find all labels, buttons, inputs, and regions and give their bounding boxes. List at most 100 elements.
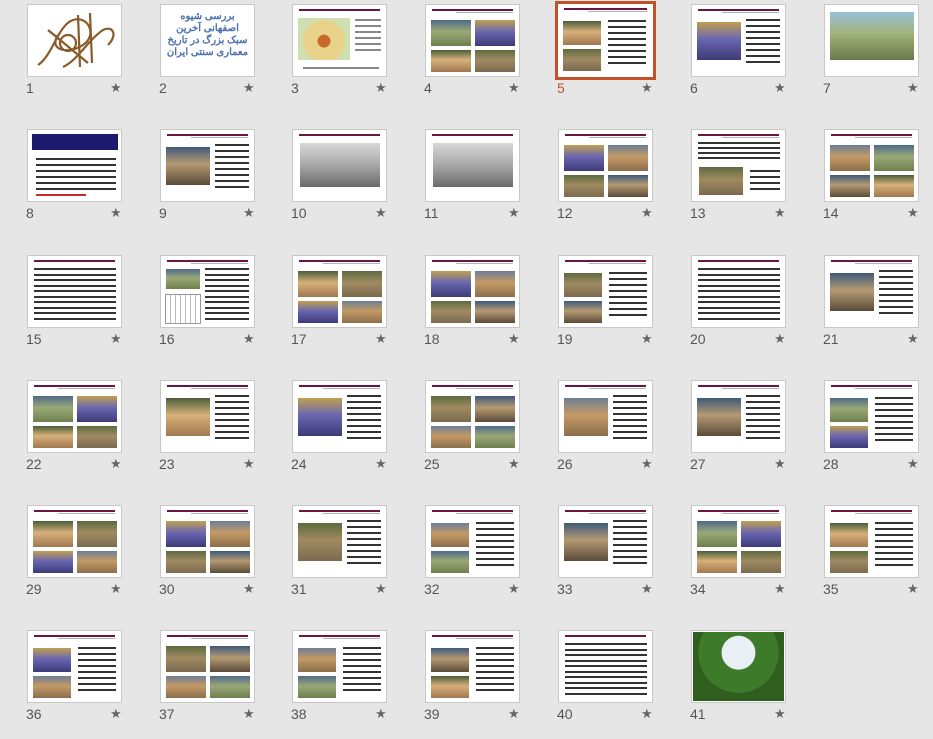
slide-thumbnail-item[interactable]: 17 ★ (289, 252, 409, 364)
slide-transition-star-icon[interactable]: ★ (110, 80, 122, 96)
slide-transition-star-icon[interactable]: ★ (110, 205, 122, 221)
slide-thumbnail[interactable] (160, 129, 255, 202)
slide-transition-star-icon[interactable]: ★ (508, 205, 520, 221)
slide-transition-star-icon[interactable]: ★ (508, 331, 520, 347)
slide-thumbnail[interactable] (824, 4, 919, 77)
slide-transition-star-icon[interactable]: ★ (508, 456, 520, 472)
slide-thumbnail[interactable] (558, 505, 653, 578)
slide-thumbnail[interactable] (292, 4, 387, 77)
slide-transition-star-icon[interactable]: ★ (243, 706, 255, 722)
slide-thumbnail[interactable] (425, 630, 520, 703)
slide-thumbnail[interactable]: بررسی شیوه اصفهانی آخرین سبک بزرگ در تار… (160, 4, 255, 77)
slide-thumbnail-item[interactable]: 37 ★ (157, 627, 277, 739)
slide-thumbnail[interactable] (27, 129, 122, 202)
slide-thumbnail-item[interactable]: 5 ★ (555, 1, 675, 113)
slide-transition-star-icon[interactable]: ★ (774, 331, 786, 347)
slide-thumbnail-item[interactable]: 26 ★ (555, 377, 675, 489)
slide-thumbnail-item[interactable]: 21 ★ (821, 252, 933, 364)
slide-transition-star-icon[interactable]: ★ (641, 581, 653, 597)
slide-thumbnail[interactable] (824, 255, 919, 328)
slide-thumbnail[interactable] (160, 255, 255, 328)
slide-thumbnail[interactable] (824, 505, 919, 578)
slide-transition-star-icon[interactable]: ★ (243, 80, 255, 96)
slide-thumbnail-item[interactable]: 6 ★ (688, 1, 808, 113)
slide-transition-star-icon[interactable]: ★ (375, 456, 387, 472)
slide-thumbnail-item[interactable]: 18 ★ (422, 252, 542, 364)
slide-thumbnail[interactable] (292, 505, 387, 578)
slide-thumbnail-item[interactable]: 20 ★ (688, 252, 808, 364)
slide-thumbnail[interactable] (27, 255, 122, 328)
slide-transition-star-icon[interactable]: ★ (774, 706, 786, 722)
slide-thumbnail-item[interactable]: 33 ★ (555, 502, 675, 614)
slide-thumbnail-item[interactable]: 16 ★ (157, 252, 277, 364)
slide-thumbnail[interactable] (425, 4, 520, 77)
slide-thumbnail[interactable] (691, 129, 786, 202)
slide-thumbnail[interactable] (292, 630, 387, 703)
slide-transition-star-icon[interactable]: ★ (774, 581, 786, 597)
slide-transition-star-icon[interactable]: ★ (375, 331, 387, 347)
slide-thumbnail[interactable] (292, 129, 387, 202)
slide-thumbnail-item[interactable]: 3 ★ (289, 1, 409, 113)
slide-thumbnail-item[interactable]: 12 ★ (555, 126, 675, 238)
slide-transition-star-icon[interactable]: ★ (641, 205, 653, 221)
slide-transition-star-icon[interactable]: ★ (508, 581, 520, 597)
slide-transition-star-icon[interactable]: ★ (641, 456, 653, 472)
slide-thumbnail[interactable] (824, 129, 919, 202)
slide-thumbnail[interactable] (425, 380, 520, 453)
slide-thumbnail-item[interactable]: 32 ★ (422, 502, 542, 614)
slide-transition-star-icon[interactable]: ★ (243, 581, 255, 597)
slide-transition-star-icon[interactable]: ★ (907, 80, 919, 96)
slide-transition-star-icon[interactable]: ★ (907, 581, 919, 597)
slide-thumbnail[interactable] (824, 380, 919, 453)
slide-thumbnail-item[interactable]: 40 ★ (555, 627, 675, 739)
slide-transition-star-icon[interactable]: ★ (907, 456, 919, 472)
slide-thumbnail-item[interactable]: 28 ★ (821, 377, 933, 489)
slide-transition-star-icon[interactable]: ★ (907, 331, 919, 347)
slide-thumbnail-item[interactable]: 11 ★ (422, 126, 542, 238)
slide-thumbnail-item[interactable]: 27 ★ (688, 377, 808, 489)
slide-transition-star-icon[interactable]: ★ (375, 80, 387, 96)
slide-thumbnail-item[interactable]: 14 ★ (821, 126, 933, 238)
slide-thumbnail[interactable] (691, 4, 786, 77)
slide-thumbnail-item[interactable]: 13 ★ (688, 126, 808, 238)
slide-transition-star-icon[interactable]: ★ (243, 205, 255, 221)
slide-transition-star-icon[interactable]: ★ (641, 331, 653, 347)
slide-thumbnail-item[interactable]: 35 ★ (821, 502, 933, 614)
slide-transition-star-icon[interactable]: ★ (110, 706, 122, 722)
slide-thumbnail[interactable] (160, 630, 255, 703)
slide-thumbnail[interactable] (27, 630, 122, 703)
slide-transition-star-icon[interactable]: ★ (110, 581, 122, 597)
slide-transition-star-icon[interactable]: ★ (243, 456, 255, 472)
slide-thumbnail-item[interactable]: 15 ★ (24, 252, 144, 364)
slide-thumbnail[interactable] (691, 505, 786, 578)
slide-thumbnail-item[interactable]: 1 ★ (24, 1, 144, 113)
slide-thumbnail-item[interactable]: 22 ★ (24, 377, 144, 489)
slide-thumbnail-item[interactable]: 34 ★ (688, 502, 808, 614)
slide-thumbnail[interactable] (691, 255, 786, 328)
slide-transition-star-icon[interactable]: ★ (375, 205, 387, 221)
slide-thumbnail[interactable] (425, 129, 520, 202)
slide-thumbnail[interactable] (27, 505, 122, 578)
slide-transition-star-icon[interactable]: ★ (907, 205, 919, 221)
slide-thumbnail-item[interactable]: 41 ★ (688, 627, 808, 739)
slide-thumbnail[interactable] (425, 505, 520, 578)
slide-transition-star-icon[interactable]: ★ (774, 205, 786, 221)
slide-transition-star-icon[interactable]: ★ (375, 706, 387, 722)
slide-thumbnail[interactable] (558, 630, 653, 703)
slide-transition-star-icon[interactable]: ★ (508, 706, 520, 722)
slide-thumbnail-item[interactable]: بررسی شیوه اصفهانی آخرین سبک بزرگ در تار… (157, 1, 277, 113)
slide-thumbnail[interactable] (555, 1, 656, 80)
slide-thumbnail-item[interactable]: 7 ★ (821, 1, 933, 113)
slide-thumbnail[interactable] (425, 255, 520, 328)
slide-thumbnail[interactable] (691, 380, 786, 453)
slide-transition-star-icon[interactable]: ★ (508, 80, 520, 96)
slide-thumbnail[interactable] (558, 380, 653, 453)
slide-thumbnail-item[interactable]: 25 ★ (422, 377, 542, 489)
slide-thumbnail[interactable] (160, 505, 255, 578)
slide-transition-star-icon[interactable]: ★ (774, 456, 786, 472)
slide-thumbnail[interactable] (27, 380, 122, 453)
slide-transition-star-icon[interactable]: ★ (243, 331, 255, 347)
slide-transition-star-icon[interactable]: ★ (774, 80, 786, 96)
slide-thumbnail-item[interactable]: 4 ★ (422, 1, 542, 113)
slide-thumbnail-item[interactable]: 19 ★ (555, 252, 675, 364)
